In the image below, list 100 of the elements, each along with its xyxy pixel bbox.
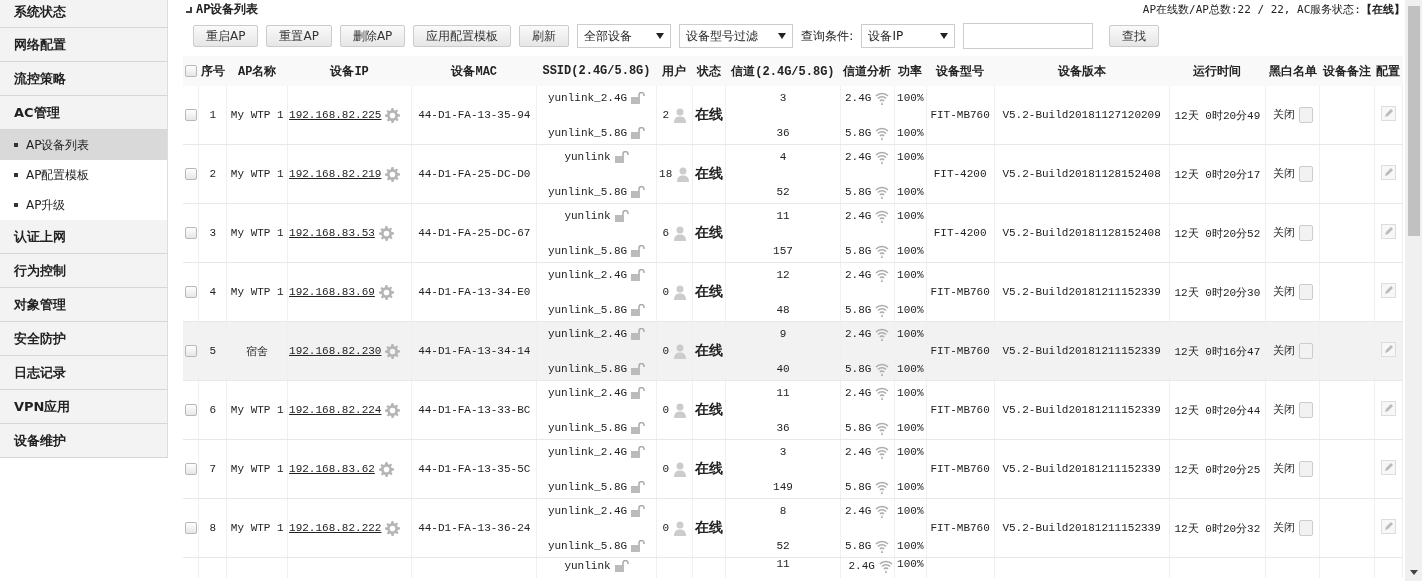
query-label: 查询条件: (801, 27, 854, 45)
sidebar-subitem[interactable]: AP设备列表 (0, 130, 168, 160)
scroll-down-icon[interactable] (1409, 570, 1418, 575)
sidebar-item[interactable]: 日志记录 (0, 356, 168, 390)
ssid-text: yunlink_2.4G (547, 504, 628, 517)
edit-icon[interactable] (1380, 106, 1396, 121)
table-row[interactable]: 6 My WTP 1 192.168.82.224 44-D1-FA-13-33-BC yunlink_2.4G yunlink_5.8G 0 在线 11 36 2.4G 5.8G 100% 100% FIT-MB760 V5.2-Build20181211152339 12天 0时20分44 关闭 (183, 380, 1403, 440)
edit-icon[interactable] (1380, 165, 1396, 180)
table-cell: 关闭 (1272, 226, 1295, 239)
table-row[interactable]: 5 宿舍 192.168.82.230 44-D1-FA-13-34-14 yunlink_2.4G yunlink_5.8G 0 在线 9 40 2.4G 5.8G 100% 100% FIT-MB760 V5.2-Build20181211152339 12天 0时16分47 关闭 (183, 321, 1403, 381)
gear-icon[interactable] (378, 284, 394, 300)
row-checkbox[interactable] (184, 286, 197, 299)
sidebar-item[interactable]: AC管理 (0, 96, 168, 130)
sidebar-item[interactable]: 对象管理 (0, 288, 168, 322)
ip-link[interactable]: 192.168.82.224 (289, 404, 382, 416)
edit-icon[interactable] (1380, 342, 1396, 357)
table-row[interactable]: 3 My WTP 1 192.168.83.53 44-D1-FA-25-DC-67 yunlink yunlink_5.8G 6 在线 11 157 2.4G 5.8G 100% 100% FIT-4200 V5.2-Build20181128152408 12天 0时20分52 关闭 (183, 203, 1403, 263)
table-row[interactable]: 7 My WTP 1 192.168.83.62 44-D1-FA-13-35-5C yunlink_2.4G yunlink_5.8G 0 在线 3 149 2.4G 5.8G 100% 100% FIT-MB760 V5.2-Build20181211152339 12天 0时20分25 关闭 (183, 439, 1403, 499)
band-text: 5.8G (845, 185, 872, 198)
scrollbar[interactable] (1405, 0, 1422, 581)
list-checkbox[interactable] (1298, 166, 1313, 183)
sidebar-item[interactable]: 网络配置 (0, 28, 168, 62)
edit-icon[interactable] (1380, 519, 1396, 534)
power-text: 100% (897, 303, 924, 316)
toolbar-button[interactable]: 刷新 (519, 25, 570, 47)
row-checkbox[interactable] (184, 168, 197, 181)
row-checkbox[interactable] (184, 109, 197, 122)
list-checkbox[interactable] (1298, 107, 1313, 124)
list-checkbox[interactable] (1298, 402, 1313, 419)
channel-text: 52 (776, 185, 790, 198)
lock-icon (631, 303, 646, 316)
toolbar-button[interactable]: 应用配置模板 (413, 25, 512, 47)
toolbar-button[interactable]: 重置AP (266, 25, 332, 47)
list-checkbox[interactable] (1298, 225, 1313, 242)
table-row[interactable]: 8 My WTP 1 192.168.82.222 44-D1-FA-13-36-24 yunlink_2.4G yunlink_5.8G 0 在线 8 52 2.4G 5.8G 100% 100% FIT-MB760 V5.2-Build20181211152339 12天 0时20分32 关闭 (183, 498, 1403, 558)
toolbar-button[interactable]: 删除AP (339, 25, 406, 47)
table-row[interactable]: 1 My WTP 1 192.168.82.225 44-D1-FA-13-35-94 yunlink_2.4G yunlink_5.8G 2 在线 3 36 2.4G 5.8G 100% 100% FIT-MB760 V5.2-Build20181127120209 12天 0时20分49 关闭 (183, 86, 1403, 145)
bullet-icon (14, 173, 18, 177)
gear-icon[interactable] (385, 166, 401, 182)
sidebar-item[interactable]: 流控策略 (0, 62, 168, 96)
ip-link[interactable]: 192.168.82.230 (289, 345, 382, 357)
row-checkbox[interactable] (184, 463, 197, 476)
dropdown[interactable]: 全部设备 (577, 24, 672, 48)
gear-icon[interactable] (385, 107, 401, 123)
list-checkbox[interactable] (1298, 284, 1313, 301)
sidebar-item[interactable]: 认证上网 (0, 220, 168, 254)
ip-link[interactable]: 192.168.82.219 (289, 168, 382, 180)
edit-icon[interactable] (1380, 283, 1396, 298)
dropdown[interactable]: 设备型号过滤 (679, 24, 794, 48)
search-field[interactable] (963, 23, 1094, 49)
gear-icon[interactable] (385, 520, 401, 536)
ip-link[interactable]: 192.168.83.53 (289, 227, 375, 239)
column-header: 序号 (200, 64, 225, 79)
table-row[interactable]: 4 My WTP 1 192.168.83.69 44-D1-FA-13-34-E0 yunlink_2.4G yunlink_5.8G 0 在线 12 48 2.4G 5.8G 100% 100% FIT-MB760 V5.2-Build20181211152339 12天 0时20分30 关闭 (183, 262, 1403, 322)
toolbar-button[interactable]: 重启AP (193, 25, 259, 47)
gear-icon[interactable] (378, 225, 394, 241)
edit-icon[interactable] (1380, 401, 1396, 416)
wifi-icon (875, 479, 890, 494)
sidebar-item[interactable]: VPN应用 (0, 390, 168, 424)
gear-icon[interactable] (385, 343, 401, 359)
row-checkbox[interactable] (184, 345, 197, 358)
gear-icon[interactable] (378, 461, 394, 477)
band-text: 2.4G (845, 150, 872, 163)
column-header: 用户 (662, 64, 687, 79)
channel-text: 4 (779, 150, 787, 163)
gear-icon[interactable] (385, 402, 401, 418)
scroll-thumb[interactable] (1407, 6, 1420, 236)
sidebar-item[interactable]: 行为控制 (0, 254, 168, 288)
lock-icon (631, 386, 646, 399)
table-cell: 1 (209, 109, 217, 121)
dropdown[interactable]: 设备IP (861, 24, 956, 48)
ip-link[interactable]: 192.168.82.222 (289, 522, 382, 534)
user-icon (674, 343, 686, 359)
ip-link[interactable]: 192.168.83.69 (289, 286, 375, 298)
list-checkbox[interactable] (1298, 461, 1313, 478)
edit-icon[interactable] (1380, 224, 1396, 239)
ip-link[interactable]: 192.168.83.62 (289, 463, 375, 475)
edit-icon[interactable] (1380, 460, 1396, 475)
sidebar-item[interactable]: 设备维护 (0, 424, 168, 458)
row-checkbox[interactable] (184, 404, 197, 417)
table-cell: 关闭 (1272, 521, 1295, 534)
sidebar-item[interactable]: 安全防护 (0, 322, 168, 356)
list-checkbox[interactable] (1298, 520, 1313, 537)
band-text: 5.8G (845, 303, 872, 316)
user-icon (674, 402, 686, 418)
table-cell: 44-D1-FA-13-35-5C (418, 463, 531, 475)
table-cell: V5.2-Build20181127120209 (1002, 109, 1161, 121)
select-all-checkbox[interactable] (184, 64, 197, 77)
list-checkbox[interactable] (1298, 343, 1313, 360)
lock-icon (614, 559, 629, 572)
lock-icon (631, 421, 646, 434)
ip-link[interactable]: 192.168.82.225 (289, 109, 382, 121)
row-checkbox[interactable] (184, 227, 197, 240)
channel-text: 3 (779, 91, 787, 104)
table-cell: FIT-MB760 (930, 345, 990, 357)
row-checkbox[interactable] (184, 522, 197, 535)
sidebar-item[interactable]: 系统状态 (0, 0, 168, 28)
ssid-text: yunlink_2.4G (547, 91, 628, 104)
toolbar-button[interactable]: 查找 (1109, 25, 1160, 47)
table-row[interactable]: 2 My WTP 1 192.168.82.219 44-D1-FA-25-DC-D0 yunlink yunlink_5.8G 18 在线 4 52 2.4G 5.8G 100% 100% FIT-4200 V5.2-Build20181128152408 12天 0时20分17 关闭 (183, 144, 1403, 204)
